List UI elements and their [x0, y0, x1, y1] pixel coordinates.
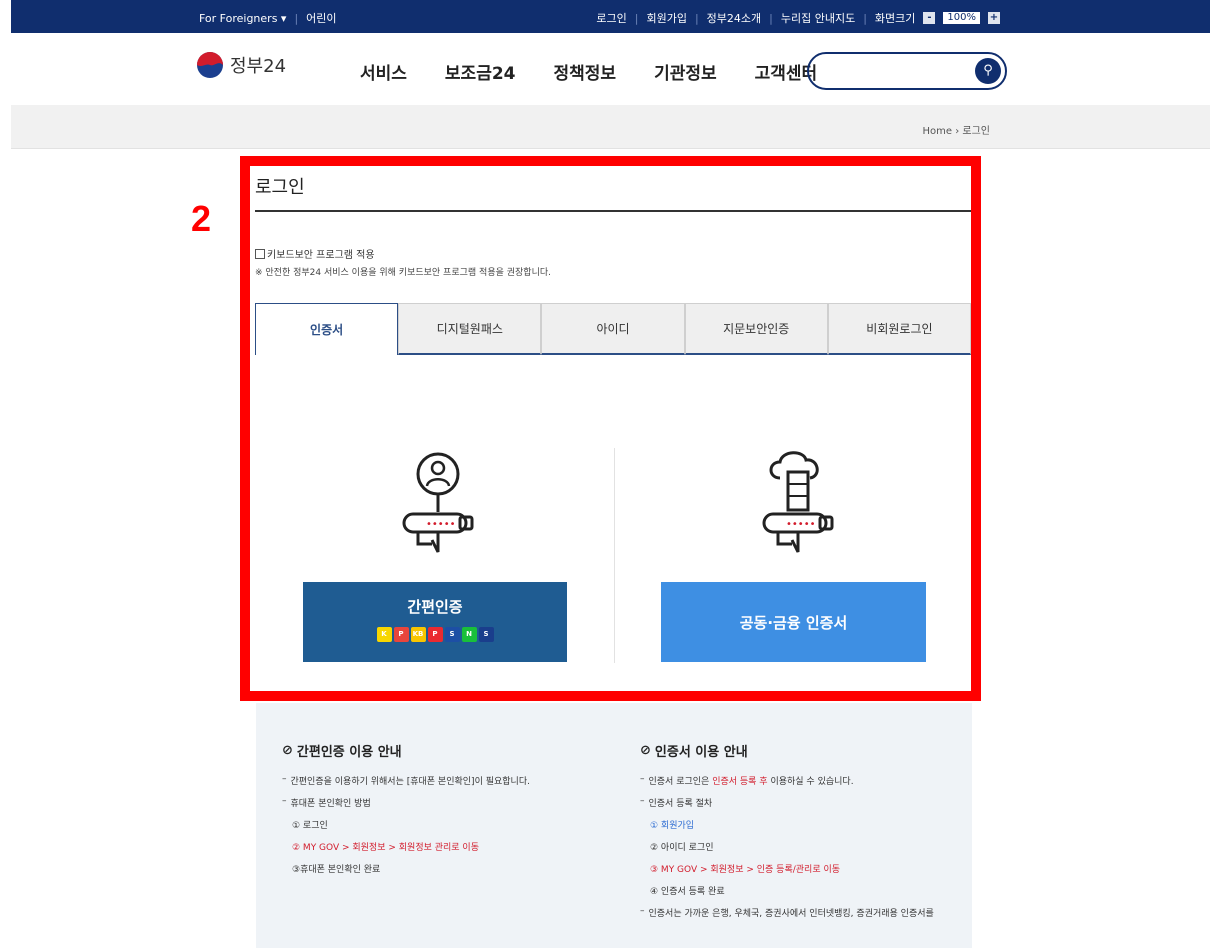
cert-guide: ⊘ 인증서 이용 안내 – 인증서 로그인은 인증서 등록 후 이용하실 수 있…	[640, 741, 934, 928]
samsung-icon: S	[444, 627, 460, 642]
kb-icon: KB	[410, 627, 426, 642]
tab-id[interactable]: 아이디	[541, 303, 685, 355]
dash-icon: –	[282, 774, 287, 784]
keyboard-security-note: ※ 안전한 정부24 서비스 이용을 위해 키보드보안 프로그램 적용을 권장합…	[255, 268, 552, 278]
kakao-icon: K	[376, 627, 392, 642]
svg-text:•••••: •••••	[786, 519, 816, 530]
intro-link[interactable]: 정부24소개	[707, 10, 761, 26]
login-tabs: 인증서 디지털원패스 아이디 지문보안인증 비회원로그인	[255, 303, 972, 355]
top-utility-bar: For Foreigners ▾ | 어린이 로그인 | 회원가입 | 정부24…	[11, 0, 1210, 33]
gov-emblem-icon	[197, 52, 223, 78]
checkbox-box[interactable]	[255, 248, 265, 259]
main-nav: 서비스 보조금24 정책정보 기관정보 고객센터	[360, 59, 817, 84]
nav-services[interactable]: 서비스	[360, 59, 407, 84]
provider-icons: K P KB P S N S	[303, 627, 567, 642]
simple-auth-button[interactable]: 간편인증 K P KB P S N S	[303, 582, 567, 662]
title-divider	[255, 210, 971, 212]
check-circle-icon: ⊘	[282, 743, 293, 758]
simple-auth-guide: ⊘ 간편인증 이용 안내 – 간편인증을 이용하기 위해서는 [휴대폰 본인확인]…	[282, 741, 530, 884]
list-item: – 인증서 등록 절차	[640, 796, 934, 809]
breadcrumb-bar: Home › 로그인	[11, 105, 1210, 149]
text-highlight: 인증서 등록 후	[712, 777, 768, 787]
keyboard-security-checkbox[interactable]: 키보드보안 프로그램 적용	[255, 246, 375, 261]
dash-icon: –	[640, 796, 645, 806]
tab-certificate[interactable]: 인증서	[255, 303, 399, 355]
logo-text: 정부24	[230, 56, 287, 77]
text-part: 이용하실 수 있습니다.	[767, 777, 854, 787]
payco-icon: P	[427, 627, 443, 642]
nav-policy[interactable]: 정책정보	[554, 59, 617, 84]
check-circle-icon: ⊘	[640, 743, 651, 758]
shinhan-icon: S	[478, 627, 494, 642]
kids-link[interactable]: 어린이	[306, 10, 336, 26]
tab-digital-onepass[interactable]: 디지털원패스	[398, 303, 542, 355]
guide-step-link[interactable]: ② MY GOV > 회원정보 > 회원정보 관리로 이동	[292, 840, 530, 853]
guide-text: 인증서 등록 절차	[648, 799, 713, 809]
guide-step: ④ 인증서 등록 완료	[650, 887, 725, 897]
login-link[interactable]: 로그인	[596, 10, 626, 26]
guide-step: ② 아이디 로그인	[650, 843, 714, 853]
sitemap-link[interactable]: 누리집 안내지도	[781, 10, 855, 26]
search-icon[interactable]: ⚲	[975, 58, 1001, 84]
tab-guest-login[interactable]: 비회원로그인	[827, 303, 972, 355]
separator: |	[634, 11, 639, 25]
guide-step: ③휴대폰 본인확인 완료	[292, 865, 381, 875]
annotation-step-number: 2	[191, 198, 212, 239]
separator: |	[863, 11, 867, 25]
search-input[interactable]: ⚲	[807, 52, 1007, 90]
simple-guide-title-row: ⊘ 간편인증 이용 안내	[282, 741, 530, 760]
simple-guide-title: 간편인증 이용 안내	[296, 745, 402, 760]
nav-agency[interactable]: 기관정보	[654, 59, 717, 84]
tab-fingerprint[interactable]: 지문보안인증	[684, 303, 828, 355]
guide-text: 인증서 로그인은 인증서 등록 후 이용하실 수 있습니다.	[649, 774, 854, 787]
list-item: – 인증서 로그인은 인증서 등록 후 이용하실 수 있습니다.	[640, 774, 934, 787]
site-header: 정부24 서비스 보조금24 정책정보 기관정보 고객센터 ⚲	[0, 33, 1221, 105]
for-foreigners-link[interactable]: For Foreigners ▾	[199, 12, 286, 25]
dash-icon: –	[640, 774, 645, 784]
joint-cert-button[interactable]: 공동·금융 인증서	[661, 582, 926, 662]
naver-icon: N	[461, 627, 477, 642]
guide-text: 휴대폰 본인확인 방법	[290, 799, 371, 809]
list-item: – 간편인증을 이용하기 위해서는 [휴대폰 본인확인]이 필요합니다.	[282, 774, 530, 787]
guide-step: ① 로그인	[292, 821, 328, 831]
svg-text:•••••: •••••	[426, 519, 456, 530]
text-part: 인증서 로그인은	[648, 777, 713, 787]
breadcrumb: Home › 로그인	[922, 126, 991, 137]
list-item: – 인증서는 가까운 은행, 우체국, 증권사에서 인터넷뱅킹, 증권거래용 인증…	[640, 906, 934, 919]
cloud-server-usb-icon: •••••	[762, 451, 834, 553]
keyboard-security-label: 키보드보안 프로그램 적용	[267, 250, 375, 261]
cert-guide-title-row: ⊘ 인증서 이용 안내	[640, 741, 934, 760]
separator: |	[769, 11, 773, 25]
dash-icon: –	[640, 906, 645, 916]
page-title: 로그인	[255, 177, 305, 198]
zoom-out-button[interactable]: -	[923, 12, 936, 24]
nav-subsidy[interactable]: 보조금24	[445, 59, 516, 84]
site-logo[interactable]: 정부24	[196, 51, 286, 79]
guide-section: ⊘ 간편인증 이용 안내 – 간편인증을 이용하기 위해서는 [휴대폰 본인확인]…	[256, 703, 972, 948]
separator: |	[294, 11, 299, 25]
guide-text: 간편인증을 이용하기 위해서는 [휴대폰 본인확인]이 필요합니다.	[290, 777, 530, 787]
guide-step-link[interactable]: ③ MY GOV > 회원정보 > 인증 등록/관리로 이동	[650, 862, 934, 875]
simple-auth-label: 간편인증	[407, 598, 463, 616]
zoom-value: 100%	[943, 12, 980, 24]
guide-step-link[interactable]: ① 회원가입	[650, 818, 934, 831]
dash-icon: –	[282, 796, 287, 806]
pass-icon: P	[393, 627, 409, 642]
screen-size-label: 화면크기	[874, 12, 916, 25]
zoom-in-button[interactable]: +	[988, 12, 1000, 24]
column-divider	[614, 448, 615, 663]
signup-link[interactable]: 회원가입	[646, 10, 686, 26]
person-usb-icon: •••••	[402, 452, 474, 553]
list-item: – 휴대폰 본인확인 방법	[282, 796, 530, 809]
separator: |	[694, 11, 699, 25]
cert-guide-title: 인증서 이용 안내	[654, 745, 748, 760]
guide-text: 인증서는 가까운 은행, 우체국, 증권사에서 인터넷뱅킹, 증권거래용 인증서…	[648, 909, 934, 919]
